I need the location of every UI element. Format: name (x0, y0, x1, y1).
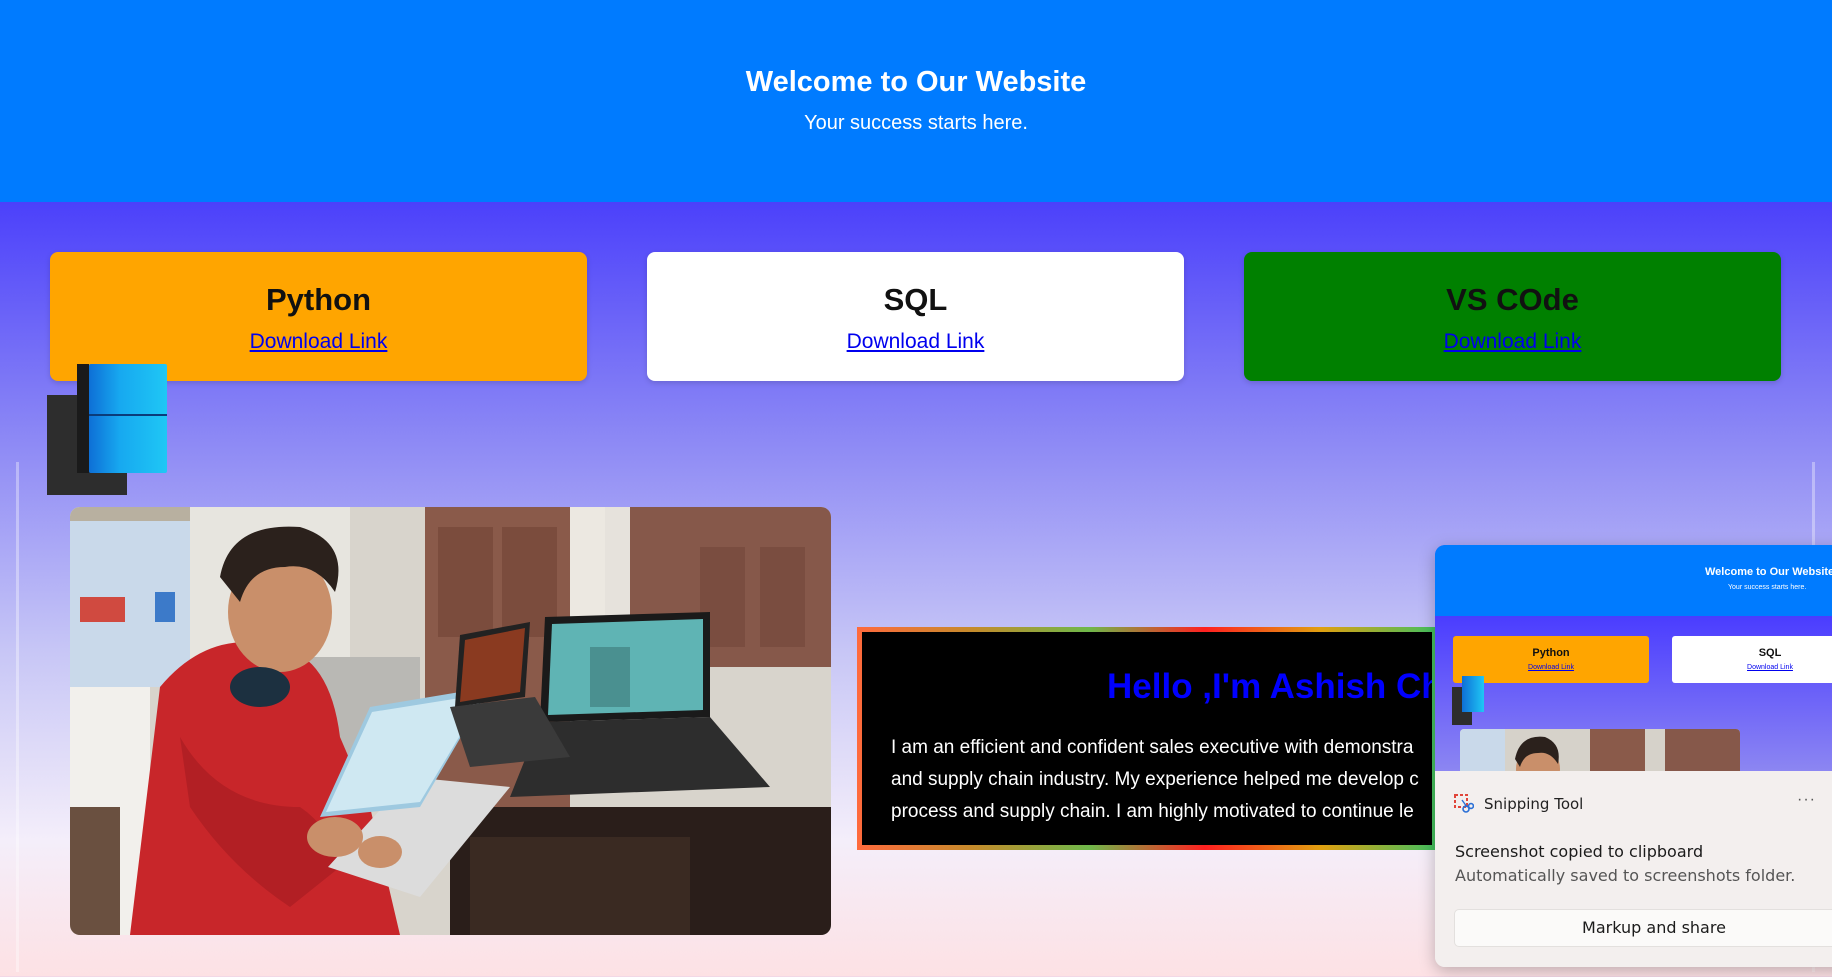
markup-and-share-button[interactable]: Markup and share (1454, 909, 1832, 947)
intro-line: and supply chain industry. My experience… (891, 769, 1419, 790)
cube-logo-icon (47, 364, 167, 495)
download-link-sql[interactable]: Download Link (647, 330, 1184, 354)
preview-photo (1460, 729, 1740, 771)
page-subtitle: Your success starts here. (804, 112, 1028, 134)
preview-card-title: SQL (1758, 647, 1782, 659)
card-title: Python (265, 282, 372, 317)
preview-card-link: Download Link (1747, 664, 1793, 671)
notification-subtitle: Automatically saved to screenshots folde… (1455, 866, 1796, 885)
screenshot-preview[interactable]: Welcome to Our Website Your success star… (1435, 545, 1832, 771)
preview-subtitle: Your success starts here. (1728, 584, 1807, 591)
preview-card: SQL Download Link (1672, 636, 1832, 683)
card-sql: SQL Download Link (647, 252, 1184, 381)
card-python: Python Download Link (50, 252, 587, 381)
download-link-python[interactable]: Download Link (50, 330, 587, 354)
card-title: SQL (883, 282, 948, 317)
app-name: Snipping Tool (1484, 795, 1584, 813)
snipping-tool-icon (1454, 794, 1474, 813)
app-row: Snipping Tool (1454, 793, 1583, 815)
page-title: Welcome to Our Website (745, 66, 1087, 98)
more-options-icon[interactable]: ··· (1797, 791, 1816, 809)
section-border-left (16, 462, 19, 972)
profile-photo (70, 507, 831, 935)
preview-card-title: Python (1532, 647, 1570, 659)
download-link-vscode[interactable]: Download Link (1244, 330, 1781, 354)
intro-line: process and supply chain. I am highly mo… (891, 801, 1414, 822)
snipping-tool-notification[interactable]: Welcome to Our Website Your success star… (1435, 545, 1832, 967)
preview-title: Welcome to Our Website (1705, 566, 1832, 578)
preview-cube-icon (1462, 676, 1484, 712)
site-header: Welcome to Our Website Your success star… (0, 0, 1832, 202)
card-vscode: VS COde Download Link (1244, 252, 1781, 381)
notification-title: Screenshot copied to clipboard (1455, 842, 1704, 861)
intro-box: Hello ,I'm Ashish Ch I am an efficient a… (857, 627, 1437, 850)
preview-card-link: Download Link (1528, 664, 1574, 671)
intro-text: I am an efficient and confident sales ex… (891, 732, 1432, 828)
card-title: VS COde (1446, 282, 1579, 317)
intro-heading: Hello ,I'm Ashish Ch (1107, 667, 1432, 706)
intro-line: I am an efficient and confident sales ex… (891, 737, 1414, 758)
